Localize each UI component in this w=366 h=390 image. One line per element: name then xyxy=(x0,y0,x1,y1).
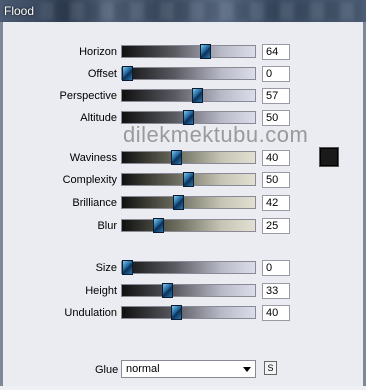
waviness-value-field[interactable]: 40 xyxy=(262,150,290,166)
blur-label: Blur xyxy=(97,220,117,232)
horizon-label: Horizon xyxy=(79,46,117,58)
complexity-label: Complexity xyxy=(62,174,117,186)
glue-selected-value: normal xyxy=(126,363,160,375)
title-bar[interactable]: Flood xyxy=(0,0,366,22)
color-swatch[interactable] xyxy=(319,147,339,167)
size-value-field[interactable]: 0 xyxy=(262,260,290,276)
undulation-label: Undulation xyxy=(64,307,117,319)
brilliance-value-field[interactable]: 42 xyxy=(262,195,290,211)
undulation-slider[interactable] xyxy=(121,305,256,320)
brilliance-slider-thumb[interactable] xyxy=(173,195,184,210)
horizon-slider-thumb[interactable] xyxy=(200,44,211,59)
perspective-value-field[interactable]: 57 xyxy=(262,88,290,104)
height-value-field[interactable]: 33 xyxy=(262,283,290,299)
undulation-value-field[interactable]: 40 xyxy=(262,305,290,321)
glue-label: Glue xyxy=(95,364,119,376)
glue-select[interactable]: normal xyxy=(121,360,256,378)
sync-button-label: S xyxy=(267,363,274,373)
size-slider-thumb[interactable] xyxy=(122,260,133,275)
undulation-slider-thumb[interactable] xyxy=(171,305,182,320)
height-slider[interactable] xyxy=(121,283,256,298)
horizon-value-field[interactable]: 64 xyxy=(262,44,290,60)
complexity-slider[interactable] xyxy=(121,172,256,187)
watermark-text: dilekmektubu.com xyxy=(123,122,309,147)
offset-slider-thumb[interactable] xyxy=(122,66,133,81)
altitude-label: Altitude xyxy=(80,112,117,124)
size-slider[interactable] xyxy=(121,260,256,275)
offset-label: Offset xyxy=(87,68,117,80)
waviness-slider-thumb[interactable] xyxy=(171,150,182,165)
control-row-offset: Offset 0 xyxy=(0,66,366,84)
control-row-undulation: Undulation 40 xyxy=(0,305,366,323)
control-row-waviness: Waviness 40 xyxy=(0,150,366,168)
control-row-horizon: Horizon 64 xyxy=(0,44,366,62)
height-label: Height xyxy=(85,285,117,297)
blur-value-field[interactable]: 25 xyxy=(262,218,290,234)
control-row-brilliance: Brilliance 42 xyxy=(0,195,366,213)
control-row-height: Height 33 xyxy=(0,283,366,301)
control-row-complexity: Complexity 50 xyxy=(0,172,366,190)
offset-value-field[interactable]: 0 xyxy=(262,66,290,82)
control-row-perspective: Perspective 57 xyxy=(0,88,366,106)
complexity-value-field[interactable]: 50 xyxy=(262,172,290,188)
control-row-blur: Blur 25 xyxy=(0,218,366,236)
title-bar-background xyxy=(40,2,360,20)
waviness-slider[interactable] xyxy=(121,150,256,165)
perspective-slider-thumb[interactable] xyxy=(192,88,203,103)
offset-slider[interactable] xyxy=(121,66,256,81)
size-label: Size xyxy=(95,262,117,274)
complexity-slider-thumb[interactable] xyxy=(183,172,194,187)
sync-button[interactable]: S xyxy=(264,361,277,375)
window-title: Flood xyxy=(4,4,35,18)
blur-slider[interactable] xyxy=(121,218,256,233)
brilliance-slider[interactable] xyxy=(121,195,256,210)
perspective-slider[interactable] xyxy=(121,88,256,103)
height-slider-thumb[interactable] xyxy=(162,283,173,298)
waviness-label: Waviness xyxy=(69,152,117,164)
perspective-label: Perspective xyxy=(59,90,117,102)
brilliance-label: Brilliance xyxy=(72,197,117,209)
control-row-size: Size 0 xyxy=(0,260,366,278)
flood-dialog: Flood Horizon 64 Offset 0 Perspective 57 Altit… xyxy=(0,0,366,390)
blur-slider-thumb[interactable] xyxy=(153,218,164,233)
chevron-down-icon xyxy=(243,367,251,372)
window-bottom-border xyxy=(0,386,366,390)
horizon-slider[interactable] xyxy=(121,44,256,59)
